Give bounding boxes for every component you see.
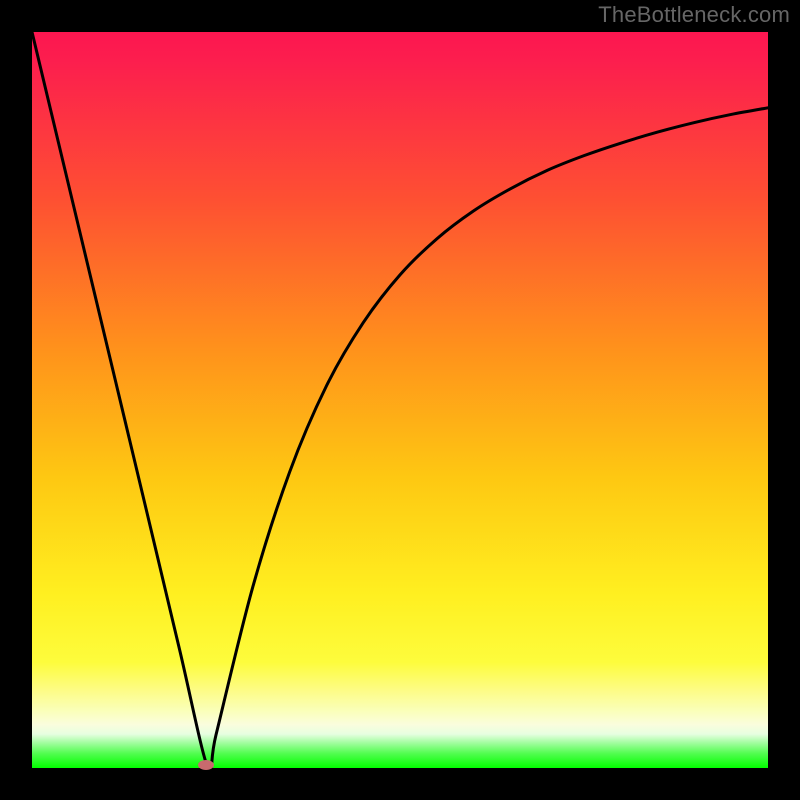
optimal-point-marker bbox=[198, 760, 214, 770]
watermark-text: TheBottleneck.com bbox=[598, 2, 790, 28]
curve-path bbox=[32, 32, 768, 768]
bottleneck-curve bbox=[32, 32, 768, 768]
chart-plot-area bbox=[32, 32, 768, 768]
chart-frame: TheBottleneck.com bbox=[0, 0, 800, 800]
